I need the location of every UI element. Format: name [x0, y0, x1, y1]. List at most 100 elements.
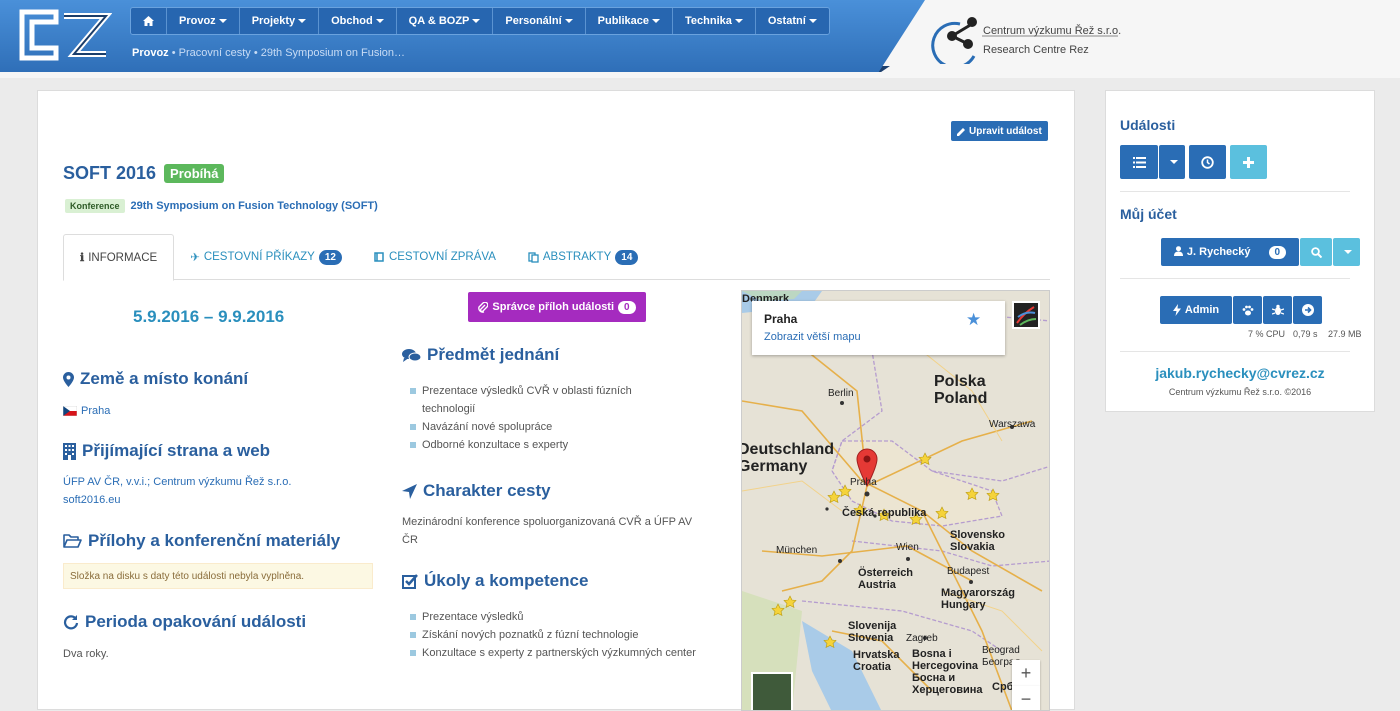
logout-button[interactable]	[1293, 296, 1322, 324]
tab-label: ABSTRAKTY	[542, 251, 612, 263]
map-label-munchen: München	[776, 545, 818, 556]
plus-icon	[1243, 156, 1254, 168]
nav-personalni[interactable]: Personální	[493, 8, 586, 34]
event-list-button[interactable]	[1120, 145, 1158, 179]
bug-button[interactable]	[1263, 296, 1292, 324]
admin-button[interactable]: Admin	[1160, 296, 1232, 324]
nav-provoz[interactable]: Provoz	[167, 8, 240, 34]
map-label-croatia: Hrvatska Croatia	[853, 649, 899, 673]
site-header: Provoz Projekty Obchod QA & BOZP Personá…	[0, 0, 1400, 78]
nav-home[interactable]	[131, 8, 167, 34]
host-parties-link[interactable]: ÚFP AV ČR, v.v.i.; Centrum výzkumu Řež s…	[63, 473, 291, 491]
map-label-line: Deutschland	[741, 441, 835, 458]
tab-abstrakty[interactable]: ABSTRAKTY 14	[512, 234, 655, 280]
event-type-badge: Konference	[65, 199, 125, 213]
home-icon	[143, 16, 154, 26]
attachments-count-badge: 0	[618, 300, 636, 314]
list-item: Odborné konzultace s experty	[410, 436, 680, 454]
nav-technika[interactable]: Technika	[673, 8, 756, 34]
map-label-line: Hungary	[941, 599, 986, 611]
user-icon	[1173, 245, 1183, 259]
cz-logo[interactable]	[16, 8, 112, 62]
tab-informace[interactable]: ℹ INFORMACE	[63, 234, 175, 281]
map-label-line: Beograd	[982, 645, 1020, 656]
map-label-line: Hrvatska	[853, 649, 900, 661]
nav-ostatni[interactable]: Ostatní	[755, 8, 829, 34]
divider	[1120, 191, 1350, 192]
map-marker-icon	[63, 371, 74, 387]
date-range: 5.9.2016 – 9.9.2016	[133, 307, 285, 326]
nav-label: Publikace	[597, 15, 649, 27]
map-info-card: Praha Zobrazit větší mapu ★	[752, 301, 1005, 355]
location-map[interactable]: Denmark Berlin Polska Poland Warszawa Deu…	[741, 290, 1050, 711]
clock-icon	[1201, 155, 1214, 169]
org-name-line2: Research Centre Rez	[983, 44, 1089, 56]
map-label-slovakia: Slovensko Slovakia	[950, 529, 1005, 553]
paw-button[interactable]	[1233, 296, 1262, 324]
tab-bar: ℹ INFORMACE ✈ CESTOVNÍ PŘÍKAZY 12 CESTOV…	[63, 234, 1050, 281]
user-profile-button[interactable]: J. Rychecký 0	[1161, 238, 1299, 266]
map-label-bih: Bosna i Hercegovina Босна и Херцеговина	[912, 648, 983, 696]
city-link[interactable]: Praha	[81, 405, 110, 417]
search-button[interactable]	[1300, 238, 1332, 266]
section-host: Přijímající strana a web	[63, 441, 270, 461]
event-panel: Upravit událost SOFT 2016 Probíhá Konfer…	[37, 90, 1075, 711]
attachments-manager-button[interactable]: Správce příloh události 0	[468, 292, 646, 322]
map-label-berlin: Berlin	[828, 388, 854, 399]
page-title: SOFT 2016	[63, 163, 157, 183]
caret-down-icon	[652, 19, 660, 23]
larger-map-link[interactable]: Zobrazit větší mapu	[764, 331, 861, 343]
section-attachments: Přílohy a konferenční materiály	[63, 531, 340, 551]
nav-label: Provoz	[179, 15, 216, 27]
add-event-button[interactable]	[1230, 145, 1267, 179]
zoom-in-button[interactable]: +	[1012, 660, 1040, 686]
nav-publikace[interactable]: Publikace	[585, 8, 673, 34]
search-dropdown[interactable]	[1333, 238, 1360, 266]
nav-projekty[interactable]: Projekty	[239, 8, 320, 34]
memory-stat: 27.9 MB	[1328, 329, 1362, 339]
tab-cestovni-zprava[interactable]: CESTOVNÍ ZPRÁVA	[358, 234, 512, 280]
user-email-link[interactable]: jakub.rychecky@cvrez.cz	[1106, 365, 1374, 381]
event-history-button[interactable]	[1189, 145, 1226, 179]
section-subject: Předmět jednání	[402, 345, 559, 365]
attachments-manager-label: Správce příloh události	[492, 301, 615, 313]
attachments-warning: Složka na disku s daty této události neb…	[63, 563, 373, 589]
event-list-dropdown[interactable]	[1159, 145, 1185, 179]
host-web-link[interactable]: soft2016.eu	[63, 491, 291, 509]
list-item: Prezentace výsledků	[410, 608, 710, 626]
save-star-icon[interactable]: ★	[966, 310, 981, 330]
character-value: Mezinárodní konference spoluorganizovaná…	[402, 516, 693, 546]
map-thumbnail[interactable]	[1012, 301, 1040, 329]
edit-event-button[interactable]: Upravit událost	[951, 121, 1048, 141]
map-label-line: Magyarország	[941, 587, 1015, 599]
breadcrumb-trail[interactable]: • Pracovní cesty • 29th Symposium on Fus…	[169, 47, 405, 59]
period-value: Dva roky.	[63, 648, 109, 660]
section-character: Charakter cesty	[402, 481, 551, 501]
map-label-line: Croatia	[853, 661, 891, 673]
folder-open-icon	[63, 534, 82, 548]
caret-down-icon	[298, 19, 307, 23]
building-icon	[63, 442, 76, 460]
tab-cestovni-prikazy[interactable]: ✈ CESTOVNÍ PŘÍKAZY 12	[174, 234, 358, 280]
tab-label: INFORMACE	[88, 251, 158, 264]
caret-down-icon	[1344, 250, 1352, 254]
czech-flag-icon	[63, 406, 77, 417]
nav-obchod[interactable]: Obchod	[319, 8, 397, 34]
paw-icon	[1242, 305, 1253, 315]
nav-qa[interactable]: QA & BOZP	[396, 8, 494, 34]
breadcrumb-root[interactable]: Provoz	[132, 47, 169, 59]
section-title: Charakter cesty	[423, 481, 551, 500]
zoom-out-button[interactable]: −	[1012, 686, 1040, 710]
nav-label: Technika	[685, 15, 732, 27]
user-name: J. Rychecký	[1186, 246, 1251, 258]
caret-down-icon	[1169, 160, 1178, 164]
tab-label: CESTOVNÍ ZPRÁVA	[388, 251, 496, 263]
nav-label: Obchod	[331, 15, 373, 27]
list-icon	[1132, 156, 1146, 168]
section-title: Přijímající strana a web	[82, 441, 271, 460]
breadcrumb: Provoz • Pracovní cesty • 29th Symposium…	[132, 47, 405, 59]
section-title: Úkoly a kompetence	[424, 571, 589, 590]
admin-label: Admin	[1184, 304, 1220, 316]
list-item: Získání nových poznatků z fúzní technolo…	[410, 626, 710, 644]
map-label-line: Slovakia	[950, 541, 995, 553]
